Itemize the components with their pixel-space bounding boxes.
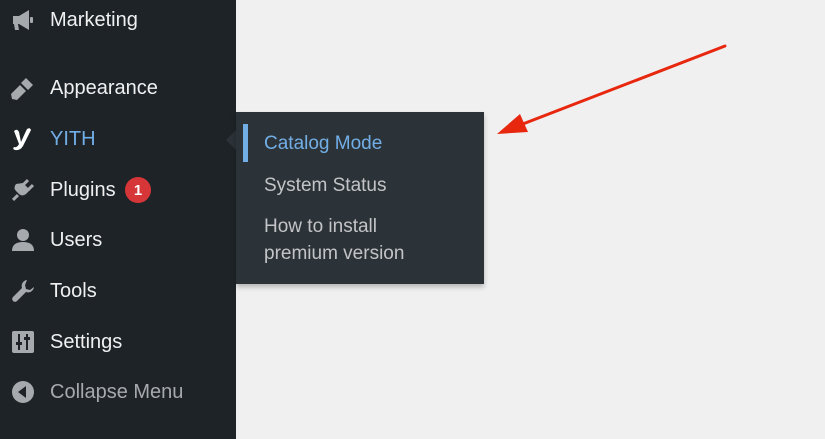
annotation-arrow <box>497 44 727 134</box>
